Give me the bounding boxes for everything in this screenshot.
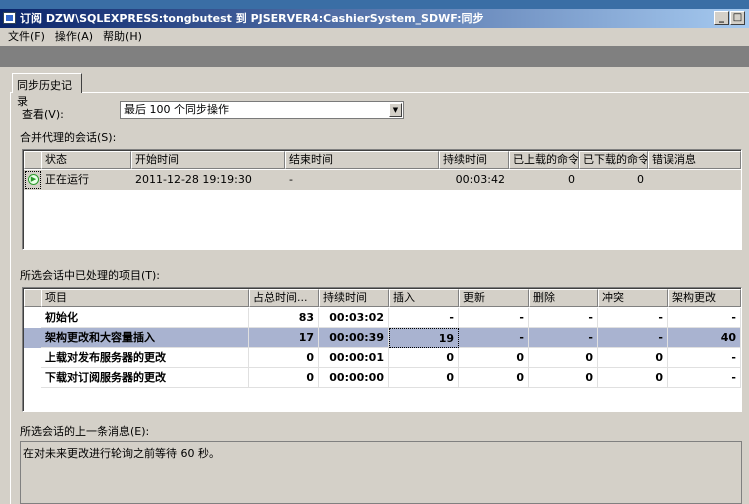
maximize-button[interactable]: □ (730, 11, 745, 25)
cell-start: 2011-12-28 19:19:30 (135, 173, 252, 186)
tab-sync-history[interactable]: 同步历史记录 (12, 73, 82, 108)
cell-conflict: - (598, 308, 668, 328)
cell-insert: 0 (389, 368, 459, 388)
col-downloaded[interactable]: 已下载的命令 (579, 151, 648, 169)
sessions-grid: 状态 开始时间 结束时间 持续时间 已上载的命令 已下载的命令 错误消息 ▶ 正… (22, 149, 742, 250)
cell-percent: 17 (249, 328, 319, 348)
table-row[interactable]: 初始化 83 00:03:02- - - - - (24, 308, 741, 328)
cell-delete: - (529, 308, 598, 328)
col-error[interactable]: 错误消息 (648, 151, 741, 169)
cell-percent: 83 (249, 308, 319, 328)
col-update[interactable]: 更新 (459, 289, 529, 307)
cell-update: 0 (459, 368, 529, 388)
col-duration[interactable]: 持续时间 (439, 151, 509, 169)
cell-duration: 00:00:39 (319, 328, 389, 348)
cell-item: 初始化 (41, 308, 249, 328)
col-start[interactable]: 开始时间 (131, 151, 285, 169)
cell-percent: 0 (249, 368, 319, 388)
col-delete[interactable]: 删除 (529, 289, 598, 307)
row-selector[interactable]: ▶ (25, 171, 41, 189)
last-message-box[interactable]: 在对未来更改进行轮询之前等待 60 秒。 (20, 441, 742, 504)
menu-action[interactable]: 操作(A) (55, 28, 93, 46)
cell-schema: - (668, 368, 741, 388)
cell-item: 架构更改和大容量插入 (41, 328, 249, 348)
col-conflict[interactable]: 冲突 (598, 289, 668, 307)
cell-schema: - (668, 308, 741, 328)
toolbar (0, 46, 749, 67)
sessions-label: 合并代理的会话(S): (20, 131, 117, 144)
menu-file[interactable]: 文件(F) (8, 28, 45, 46)
cell-insert: - (389, 308, 459, 328)
cell-uploaded: 0 (568, 173, 575, 186)
view-label: 查看(V): (22, 108, 64, 121)
col-insert[interactable]: 插入 (389, 289, 459, 307)
table-row[interactable]: ▶ 正在运行 2011-12-28 19:19:30 - 00:03:42 0 … (24, 170, 741, 190)
col-end[interactable]: 结束时间 (285, 151, 439, 169)
row-header-corner (24, 151, 42, 169)
cell-insert: 0 (389, 348, 459, 368)
cell-delete: 0 (529, 348, 598, 368)
running-icon: ▶ (28, 174, 39, 185)
cell-percent: 0 (249, 348, 319, 368)
cell-item: 上载对发布服务器的更改 (41, 348, 249, 368)
view-select-value: 最后 100 个同步操作 (124, 103, 229, 116)
col-duration[interactable]: 持续时间 (319, 289, 389, 307)
cell-duration: 00:00:01 (319, 348, 389, 368)
cell-delete: - (529, 328, 598, 348)
background-window-strip (0, 0, 749, 9)
col-status[interactable]: 状态 (41, 151, 131, 169)
items-label: 所选会话中已处理的项目(T): (20, 269, 161, 282)
chevron-down-icon[interactable]: ▼ (389, 103, 402, 117)
cell-item: 下载对订阅服务器的更改 (41, 368, 249, 388)
cell-update: 0 (459, 348, 529, 368)
table-row[interactable]: 上载对发布服务器的更改 0 00:00:01 0 0 0 0- (24, 348, 741, 368)
cell-conflict: - (598, 328, 668, 348)
menu-bar: 文件(F) 操作(A) 帮助(H) (0, 28, 749, 46)
cell-insert: 19 (389, 328, 459, 348)
view-select[interactable]: 最后 100 个同步操作 ▼ (120, 101, 404, 119)
col-item[interactable]: 项目 (41, 289, 249, 307)
cell-duration: 00:03:42 (455, 173, 505, 186)
minimize-button[interactable]: _ (714, 11, 729, 25)
cell-schema: - (668, 348, 741, 368)
cell-duration: 00:03:02 (319, 308, 389, 328)
cell-conflict: 0 (598, 368, 668, 388)
title-bar: 订阅 DZW\SQLEXPRESS:tongbutest 到 PJSERVER4… (0, 9, 749, 28)
cell-duration: 00:00:00 (319, 368, 389, 388)
cell-end: - (289, 173, 293, 186)
app-icon (3, 12, 16, 24)
row-header-corner (24, 289, 42, 307)
last-message-text: 在对未来更改进行轮询之前等待 60 秒。 (23, 447, 220, 460)
items-grid: 项目 占总时间... 持续时间 插入 更新 删除 冲突 架构更改 初始化 83 00:03:02- -… (22, 287, 742, 412)
cell-status: 正在运行 (45, 173, 89, 186)
window-title: 订阅 DZW\SQLEXPRESS:tongbutest 到 PJSERVER4… (20, 12, 484, 25)
cell-delete: 0 (529, 368, 598, 388)
cell-update: - (459, 308, 529, 328)
cell-error (648, 170, 741, 190)
cell-update: - (459, 328, 529, 348)
last-message-label: 所选会话的上一条消息(E): (20, 425, 150, 438)
table-row[interactable]: 架构更改和大容量插入 17 00:00:39 19- - -40 (24, 328, 741, 348)
col-uploaded[interactable]: 已上载的命令 (509, 151, 579, 169)
cell-downloaded: 0 (637, 173, 644, 186)
cell-schema: 40 (668, 328, 741, 348)
col-percent[interactable]: 占总时间... (249, 289, 319, 307)
table-row[interactable]: 下载对订阅服务器的更改 0 00:00:00 0 0 0 0- (24, 368, 741, 388)
cell-conflict: 0 (598, 348, 668, 368)
menu-help[interactable]: 帮助(H) (103, 28, 142, 46)
col-schema[interactable]: 架构更改 (668, 289, 741, 307)
